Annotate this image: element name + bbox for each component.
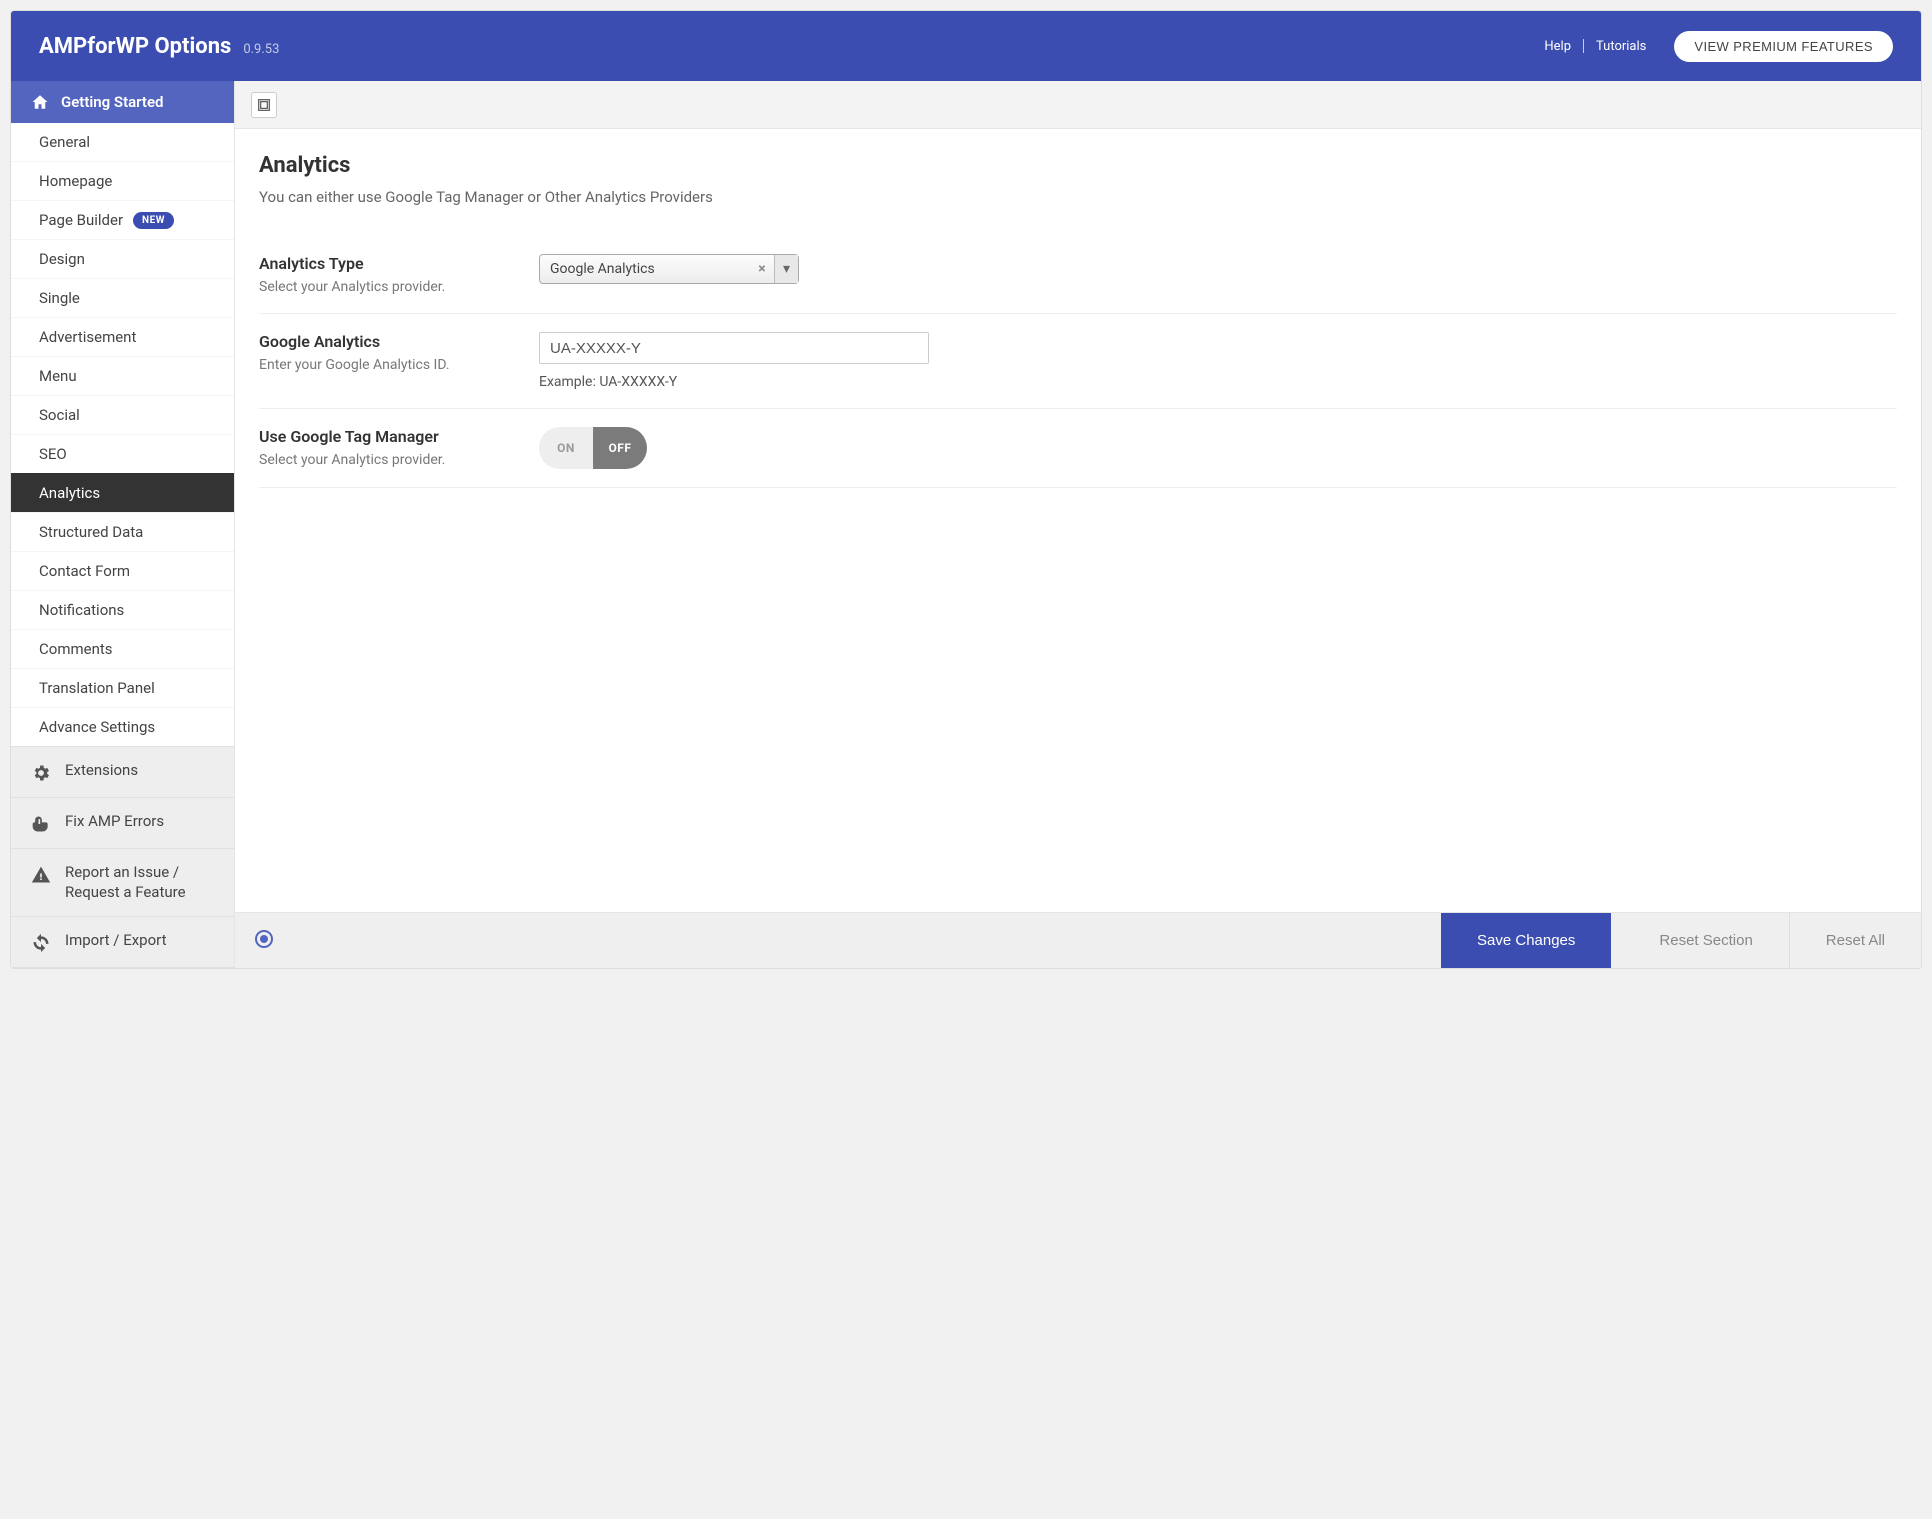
sidebar-item-label: Analytics xyxy=(39,484,100,502)
app-title: AMPforWP Options xyxy=(39,34,231,59)
point-icon xyxy=(31,814,51,834)
sidebar-util-extensions[interactable]: Extensions xyxy=(11,747,234,798)
field-description: Select your Analytics provider. xyxy=(259,452,519,468)
field-help: Example: UA-XXXXX-Y xyxy=(539,374,1897,390)
main-panel: Analytics You can either use Google Tag … xyxy=(235,81,1921,968)
field-title: Use Google Tag Manager xyxy=(259,427,519,446)
ga-id-input[interactable] xyxy=(539,332,929,364)
sidebar-item-label: Advertisement xyxy=(39,328,136,346)
field-title: Google Analytics xyxy=(259,332,519,351)
app-root: AMPforWP Options 0.9.53 Help Tutorials V… xyxy=(10,10,1922,969)
field-label-col: Use Google Tag Manager Select your Analy… xyxy=(259,427,539,469)
sidebar-item-label: Contact Form xyxy=(39,562,130,580)
field-control-col: Example: UA-XXXXX-Y xyxy=(539,332,1897,390)
topbar: AMPforWP Options 0.9.53 Help Tutorials V… xyxy=(11,11,1921,81)
sidebar-util-import-export[interactable]: Import / Export xyxy=(11,917,234,968)
sidebar-item-single[interactable]: Single xyxy=(11,278,234,317)
dev-mode-icon[interactable] xyxy=(255,930,273,948)
sidebar-item-comments[interactable]: Comments xyxy=(11,629,234,668)
toggle-on-label: ON xyxy=(539,427,593,469)
field-control-col: ON OFF xyxy=(539,427,1897,469)
footer-left xyxy=(255,930,273,952)
content: Analytics You can either use Google Tag … xyxy=(235,129,1921,912)
sidebar-item-general[interactable]: General xyxy=(11,123,234,161)
home-icon xyxy=(31,93,49,111)
util-label: Extensions xyxy=(65,761,138,781)
sidebar-item-advance-settings[interactable]: Advance Settings xyxy=(11,707,234,746)
sidebar: Getting Started General Homepage Page Bu… xyxy=(11,81,235,968)
expand-icon xyxy=(256,97,272,113)
section-description: You can either use Google Tag Manager or… xyxy=(259,188,1897,206)
sidebar-item-analytics[interactable]: Analytics xyxy=(11,473,234,512)
save-changes-button[interactable]: Save Changes xyxy=(1441,913,1611,969)
field-label-col: Google Analytics Enter your Google Analy… xyxy=(259,332,539,390)
field-description: Select your Analytics provider. xyxy=(259,279,519,295)
sidebar-util-report-issue[interactable]: Report an Issue / Request a Feature xyxy=(11,849,234,917)
sidebar-item-label: Structured Data xyxy=(39,523,143,541)
app-version: 0.9.53 xyxy=(243,42,279,57)
tutorials-link[interactable]: Tutorials xyxy=(1584,39,1658,54)
sidebar-item-menu[interactable]: Menu xyxy=(11,356,234,395)
select-value: Google Analytics xyxy=(540,261,750,277)
util-label: Report an Issue / Request a Feature xyxy=(65,863,214,902)
sidebar-item-label: General xyxy=(39,133,90,151)
field-description: Enter your Google Analytics ID. xyxy=(259,357,519,373)
field-title: Analytics Type xyxy=(259,254,519,273)
sidebar-item-label: Comments xyxy=(39,640,113,658)
sidebar-item-label: Social xyxy=(39,406,80,424)
sidebar-item-design[interactable]: Design xyxy=(11,239,234,278)
field-google-analytics: Google Analytics Enter your Google Analy… xyxy=(259,314,1897,409)
footer: Save Changes Reset Section Reset All xyxy=(235,912,1921,968)
refresh-icon xyxy=(31,933,51,953)
analytics-type-select[interactable]: Google Analytics × ▾ xyxy=(539,254,799,284)
expand-button[interactable] xyxy=(251,92,277,118)
body: Getting Started General Homepage Page Bu… xyxy=(11,81,1921,968)
clear-icon[interactable]: × xyxy=(750,261,774,277)
sidebar-utilities: Extensions Fix AMP Errors Report an Issu… xyxy=(11,746,234,968)
chevron-down-icon[interactable]: ▾ xyxy=(774,255,798,283)
sidebar-item-label: Notifications xyxy=(39,601,124,619)
topbar-left: AMPforWP Options 0.9.53 xyxy=(39,34,279,59)
util-label: Import / Export xyxy=(65,931,167,951)
warning-icon xyxy=(31,865,51,885)
reset-section-button[interactable]: Reset Section xyxy=(1623,913,1788,969)
toggle-off-label: OFF xyxy=(593,427,647,469)
help-link[interactable]: Help xyxy=(1532,39,1583,54)
reset-all-button[interactable]: Reset All xyxy=(1789,913,1921,969)
field-control-col: Google Analytics × ▾ xyxy=(539,254,1897,295)
sidebar-item-notifications[interactable]: Notifications xyxy=(11,590,234,629)
main-toolbar xyxy=(235,81,1921,129)
sidebar-item-page-builder[interactable]: Page Builder NEW xyxy=(11,200,234,239)
sidebar-items: General Homepage Page Builder NEW Design… xyxy=(11,123,234,746)
sidebar-item-label: Single xyxy=(39,289,80,307)
field-gtm: Use Google Tag Manager Select your Analy… xyxy=(259,409,1897,488)
sidebar-item-contact-form[interactable]: Contact Form xyxy=(11,551,234,590)
sidebar-item-label: Page Builder xyxy=(39,211,123,229)
field-analytics-type: Analytics Type Select your Analytics pro… xyxy=(259,236,1897,314)
sidebar-item-social[interactable]: Social xyxy=(11,395,234,434)
gtm-toggle[interactable]: ON OFF xyxy=(539,427,647,469)
view-premium-button[interactable]: VIEW PREMIUM FEATURES xyxy=(1674,31,1893,62)
section-title: Analytics xyxy=(259,153,1897,178)
sidebar-header-label: Getting Started xyxy=(61,93,163,111)
sidebar-item-structured-data[interactable]: Structured Data xyxy=(11,512,234,551)
topbar-right: Help Tutorials VIEW PREMIUM FEATURES xyxy=(1532,31,1893,62)
sidebar-item-homepage[interactable]: Homepage xyxy=(11,161,234,200)
sidebar-item-label: Advance Settings xyxy=(39,718,155,736)
field-label-col: Analytics Type Select your Analytics pro… xyxy=(259,254,539,295)
sidebar-item-seo[interactable]: SEO xyxy=(11,434,234,473)
sidebar-item-translation-panel[interactable]: Translation Panel xyxy=(11,668,234,707)
sidebar-header[interactable]: Getting Started xyxy=(11,81,234,123)
util-label: Fix AMP Errors xyxy=(65,812,164,832)
sidebar-util-fix-errors[interactable]: Fix AMP Errors xyxy=(11,798,234,849)
sidebar-item-advertisement[interactable]: Advertisement xyxy=(11,317,234,356)
sidebar-item-label: SEO xyxy=(39,445,67,463)
gear-icon xyxy=(31,763,51,783)
sidebar-item-label: Homepage xyxy=(39,172,112,190)
new-badge: NEW xyxy=(133,212,174,229)
sidebar-item-label: Design xyxy=(39,250,85,268)
sidebar-item-label: Menu xyxy=(39,367,77,385)
sidebar-item-label: Translation Panel xyxy=(39,679,155,697)
